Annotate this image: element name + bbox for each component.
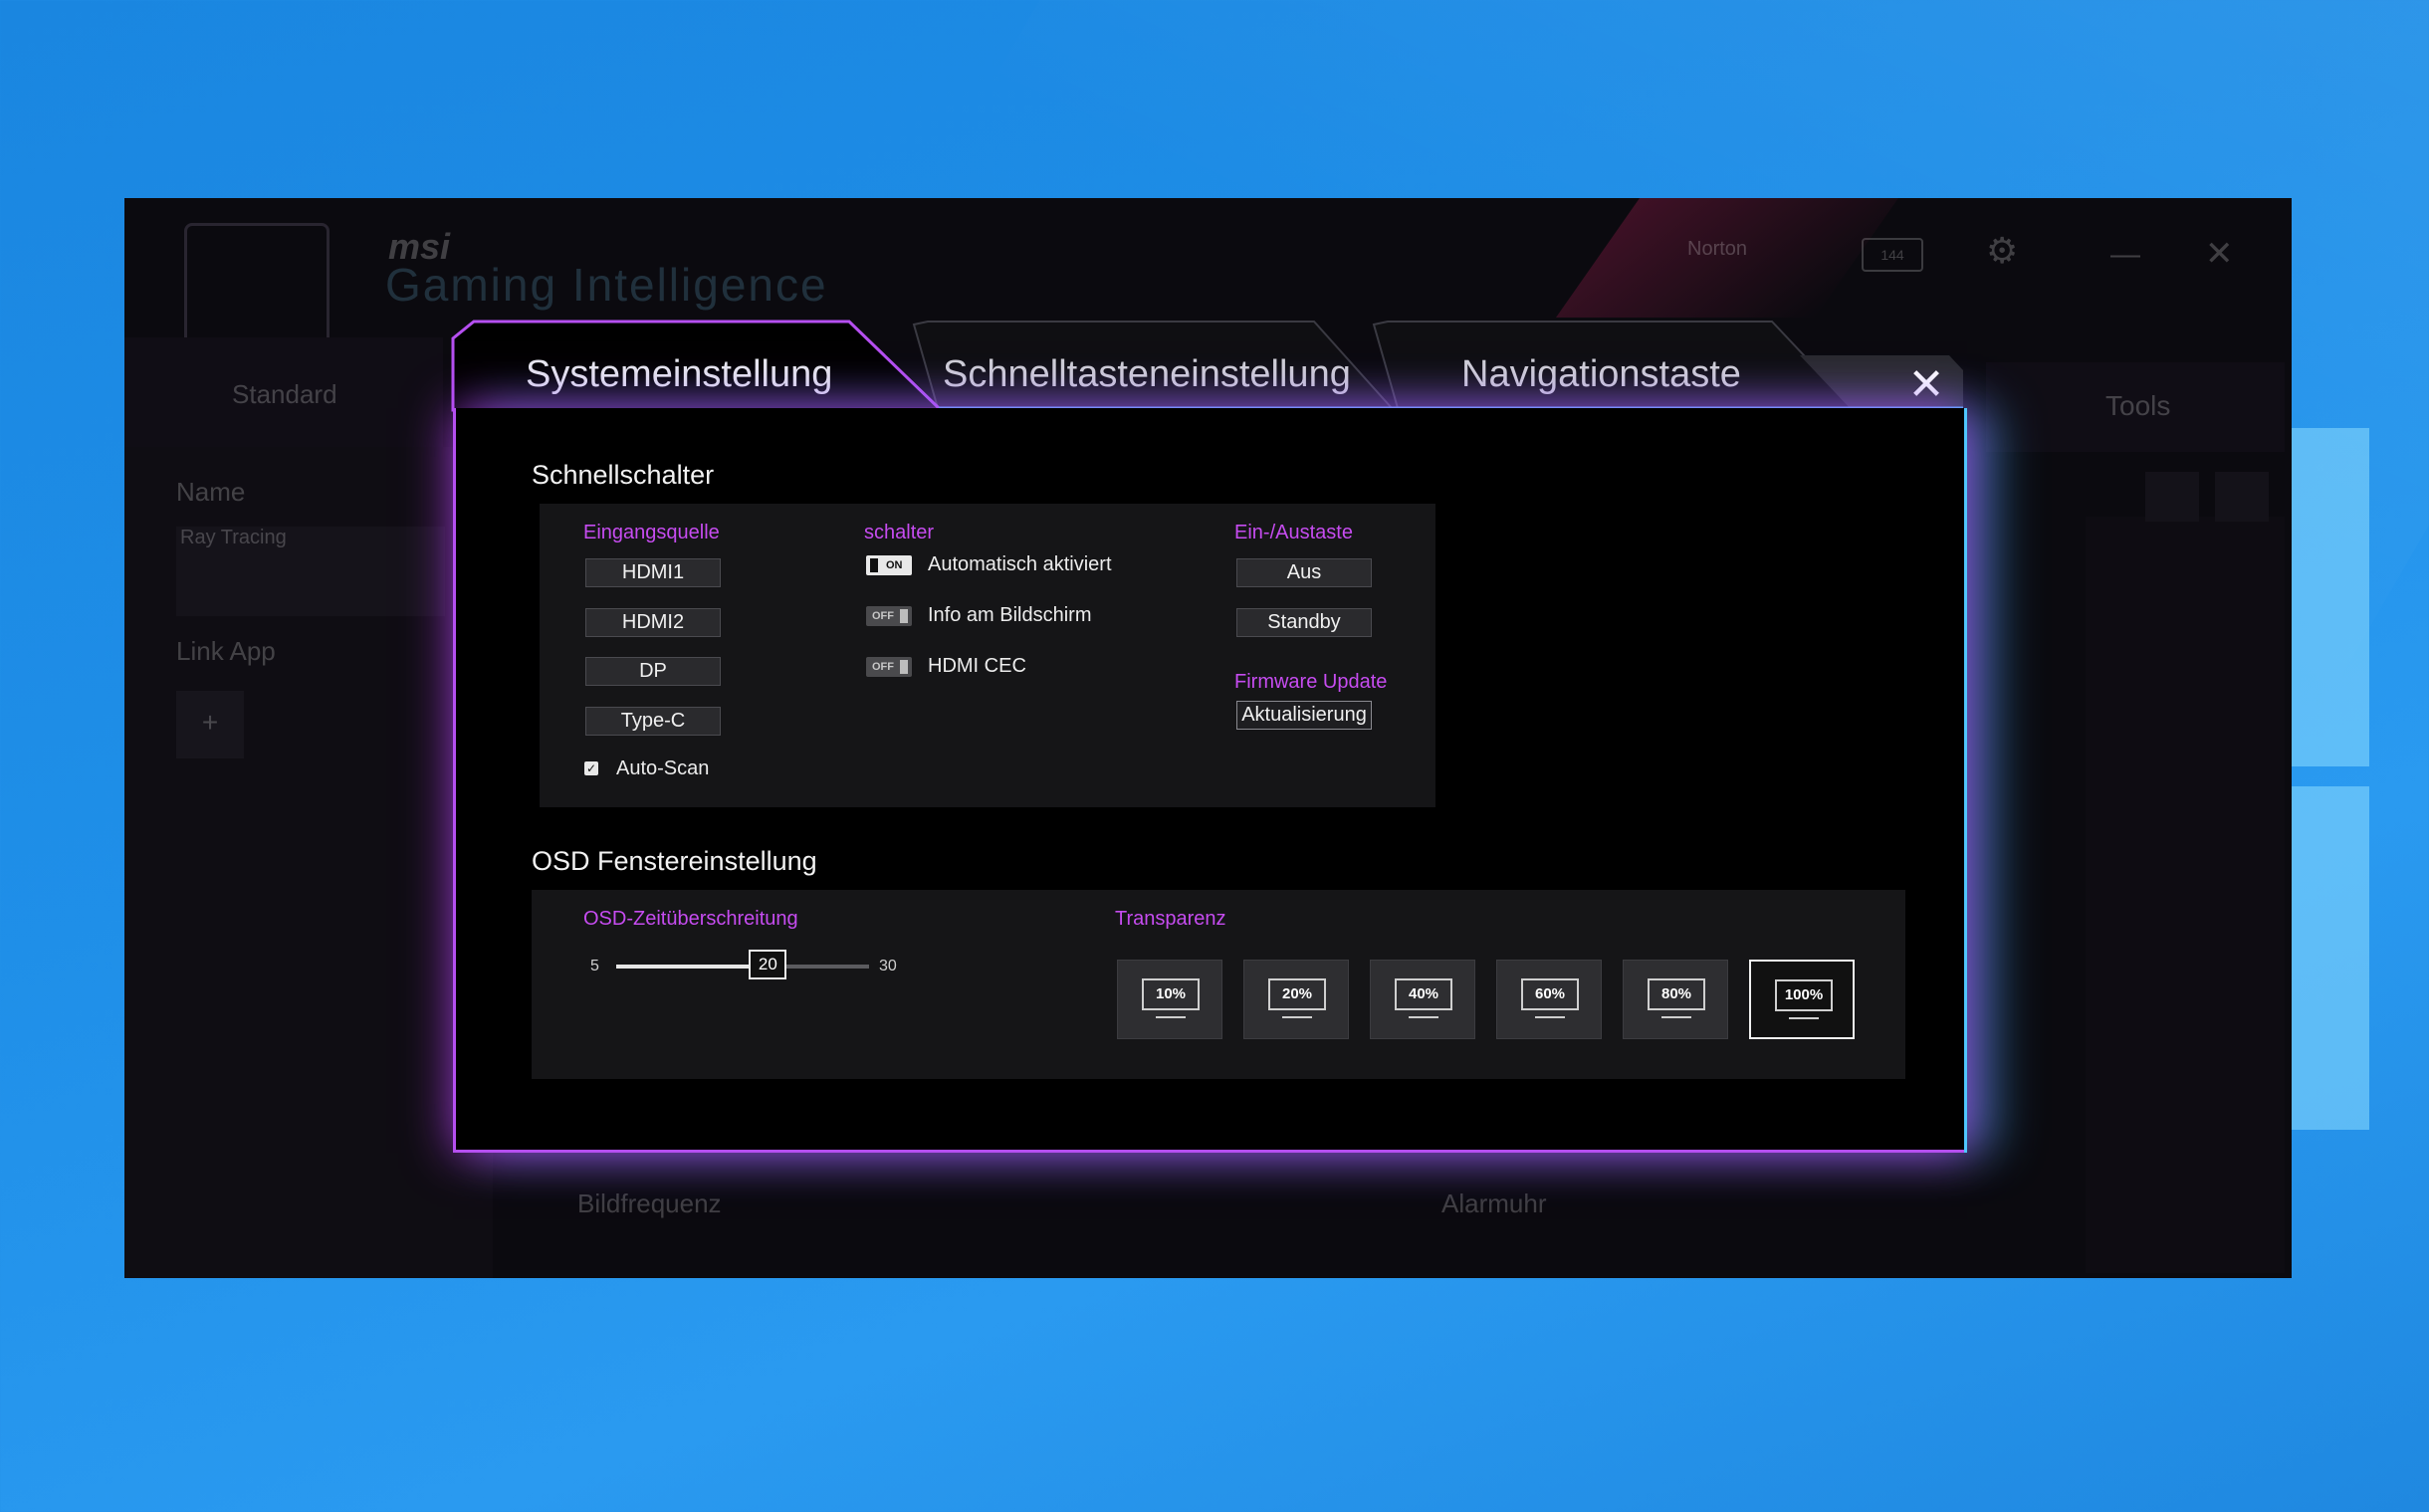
delete-button[interactable] [2215,472,2269,522]
profile-name-value: Ray Tracing [180,527,287,548]
alarmuhr-label: Alarmuhr [1441,1188,1547,1218]
hdmi-cec-label: HDMI CEC [928,655,1026,677]
add-link-app-button[interactable]: + [176,691,244,758]
transparency-option-20-button[interactable]: 20% [1243,960,1349,1039]
power-off-button[interactable]: Aus [1236,558,1372,587]
transparency-option-40-button[interactable]: 40% [1370,960,1475,1039]
osd-settings-title: OSD Fenstereinstellung [532,846,817,876]
tab-standard[interactable]: Standard [124,337,443,447]
tab-hotkey-label: Schnelltasteneinstellung [943,353,1351,395]
input-typec-button[interactable]: Type-C [585,707,721,736]
transparency-option-80-button[interactable]: 80% [1623,960,1728,1039]
transparency-option-60-button[interactable]: 60% [1496,960,1602,1039]
auto-activate-toggle[interactable]: ON [866,555,912,575]
osd-info-toggle[interactable]: OFF [866,606,912,626]
monitor-stand-icon [1282,1016,1312,1018]
transparency-option-10-button[interactable]: 10% [1117,960,1222,1039]
firmware-update-button[interactable]: Aktualisierung [1236,701,1372,730]
toggle-knob [870,558,878,572]
firmware-update-label: Firmware Update [1234,671,1388,693]
gear-icon[interactable]: ⚙ [1986,230,2018,272]
osd-settings-panel: OSD-Zeitüberschreitung 5 20 30 Transpare… [532,890,1905,1079]
monitor-stand-icon [1409,1016,1438,1018]
toggle-state: OFF [872,661,894,673]
msi-logo-icon [184,223,330,348]
tab-navigation[interactable]: Navigationstaste [1461,353,1741,396]
monitor-stand-icon [1535,1016,1565,1018]
auto-scan-label: Auto-Scan [616,757,710,779]
power-key-label: Ein-/Austaste [1234,522,1353,543]
monitor-stand-icon [1661,1016,1691,1018]
toggle-state: ON [886,559,903,571]
profile-name-label: Name [176,477,246,507]
windows-logo-pane-top [2290,428,2369,766]
quick-switch-panel: Eingangsquelle HDMI1 HDMI2 DP Type-C ✓ A… [540,504,1435,807]
osd-timeout-label: OSD-Zeitüberschreitung [583,908,798,930]
input-hdmi1-button[interactable]: HDMI1 [585,558,721,587]
monitor-stand-icon [1789,1017,1819,1019]
export-button[interactable] [2145,472,2199,522]
hdmi-cec-toggle[interactable]: OFF [866,657,912,677]
monitor-icon: 60% [1521,978,1579,1010]
tab-tools-label: Tools [2105,390,2171,421]
osd-timeout-slider-thumb[interactable]: 20 [749,950,787,979]
transparency-option-100-button[interactable]: 100% [1749,960,1855,1039]
refresh-rate-value: 144 [1880,247,1904,263]
power-standby-button[interactable]: Standby [1236,608,1372,637]
monitor-stand-icon [1156,1016,1186,1018]
input-hdmi2-button[interactable]: HDMI2 [585,608,721,637]
monitor-icon: 20% [1268,978,1326,1010]
monitor-icon: 40% [1395,978,1452,1010]
monitor-icon: 80% [1648,978,1705,1010]
osd-info-label: Info am Bildschirm [928,604,1092,626]
osd-timeout-min: 5 [590,958,599,974]
minimize-button[interactable]: — [2110,238,2140,272]
tab-hotkey[interactable]: Schnelltasteneinstellung [943,353,1351,396]
monitor-icon: 100% [1775,979,1833,1011]
input-dp-button[interactable]: DP [585,657,721,686]
switch-label: schalter [864,522,935,543]
tab-standard-label: Standard [232,379,337,409]
link-app-label: Link App [176,636,276,666]
tab-navigation-label: Navigationstaste [1461,353,1741,395]
tab-system-label: Systemeinstellung [526,353,833,395]
osd-timeout-slider-fill [616,965,769,969]
app-close-button[interactable]: ✕ [2205,234,2234,274]
input-source-label: Eingangsquelle [583,522,720,543]
toggle-state: OFF [872,610,894,622]
tab-tools[interactable]: Tools [1986,362,2285,452]
auto-activate-label: Automatisch aktiviert [928,553,1112,575]
transparency-label: Transparenz [1115,908,1226,930]
osd-timeout-max: 30 [879,958,897,974]
tab-system[interactable]: Systemeinstellung [526,353,832,396]
toggle-knob [900,660,908,674]
norton-label: Norton [1687,238,1748,260]
refresh-rate-icon[interactable]: 144 [1862,238,1923,272]
bildfrequenz-label: Bildfrequenz [577,1188,722,1218]
norton-badge[interactable]: Norton [1687,238,1747,261]
quick-switch-title: Schnellschalter [532,460,715,490]
product-name: Gaming Intelligence [385,259,828,311]
system-settings-dialog: Schnellschalter Eingangsquelle HDMI1 HDM… [453,408,1967,1153]
modal-close-button[interactable]: ✕ [1896,356,1956,414]
monitor-icon: 10% [1142,978,1200,1010]
auto-scan-checkbox[interactable]: ✓ [584,761,598,775]
right-panel [2086,517,2285,1273]
osd-timeout-slider-track[interactable] [616,965,869,969]
toggle-knob [900,609,908,623]
windows-logo-pane-bottom [2290,786,2369,1130]
